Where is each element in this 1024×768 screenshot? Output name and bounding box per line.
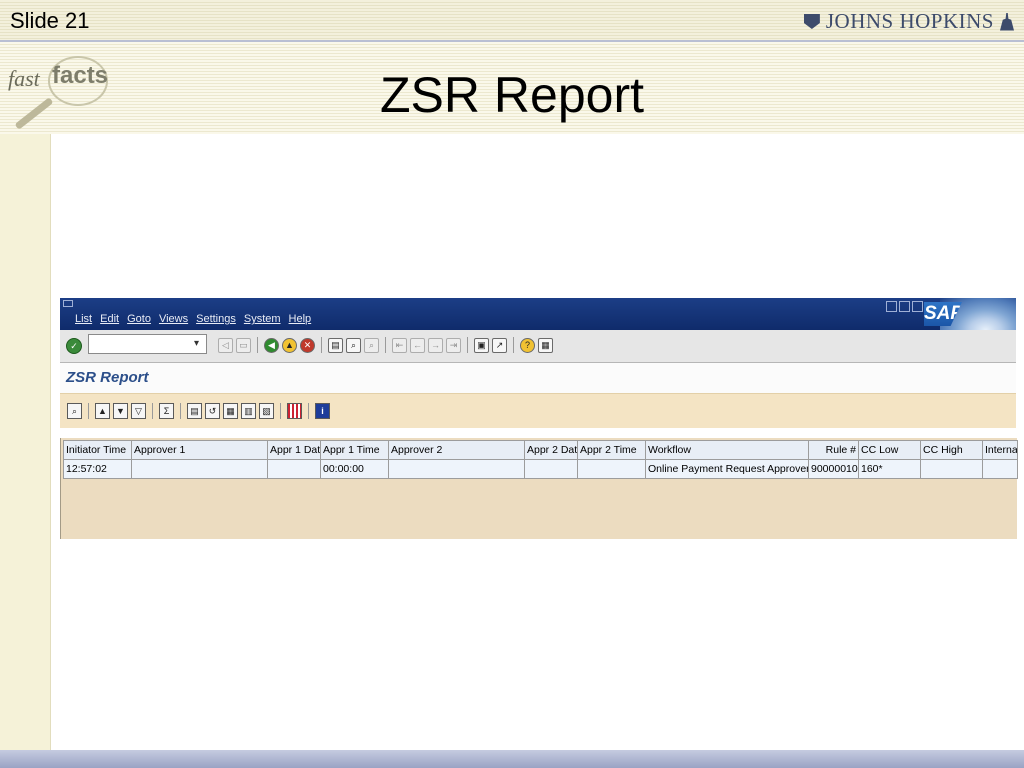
table-cell[interactable]: Online Payment Request Approver [645, 459, 809, 479]
column-header[interactable]: Workflow [645, 440, 809, 460]
application-toolbar-icons: ⌕ ▲ ▼ ▽ Σ ▤ ↺ ▦ ▥ ▧ i [67, 403, 330, 419]
table-header-row: Initiator Time Approver 1 Appr 1 Date Ap… [63, 440, 1018, 460]
previous-page-icon[interactable]: ← [410, 337, 425, 353]
toolbar-separator [321, 337, 322, 353]
print-preview-icon[interactable]: ↺ [205, 403, 220, 419]
toolbar-separator [280, 403, 281, 419]
table-cell[interactable] [267, 459, 321, 479]
close-icon[interactable] [912, 301, 923, 312]
menu-list[interactable]: List [75, 313, 92, 325]
johns-hopkins-logo-text: JOHNS HOPKINS [825, 9, 994, 33]
details-icon[interactable]: ⌕ [67, 403, 82, 419]
next-page-icon[interactable]: → [428, 337, 443, 353]
app-title: ZSR Report [66, 369, 149, 386]
toolbar-separator [88, 403, 89, 419]
standard-toolbar-icons: ◁ ▭ ◀ ▲ ✕ ▤ ⌕ ⌕ ⇤ ← → ⇥ ▣ ↗ ? ▦ [218, 337, 553, 353]
first-page-icon[interactable]: ⇤ [392, 337, 407, 353]
column-header[interactable]: CC High [920, 440, 983, 460]
save-icon[interactable]: ▭ [236, 337, 251, 353]
sap-menu: List Edit Goto Views Settings System Hel… [75, 313, 311, 325]
toolbar-separator [152, 403, 153, 419]
exit-icon[interactable]: ▲ [282, 337, 297, 353]
shortcut-icon[interactable]: ↗ [492, 337, 507, 353]
table-cell[interactable]: 12:57:02 [63, 459, 132, 479]
last-page-icon[interactable]: ⇥ [446, 337, 461, 353]
filter-icon[interactable]: ▽ [131, 403, 146, 419]
find-icon[interactable]: ⌕ [346, 337, 361, 353]
toolbar-separator [180, 403, 181, 419]
spreadsheet-icon[interactable]: ▦ [223, 403, 238, 419]
column-header[interactable]: Appr 1 Time [320, 440, 389, 460]
table-cell[interactable]: 90000010 [808, 459, 859, 479]
table-cell[interactable] [524, 459, 578, 479]
tower-icon [1000, 12, 1014, 31]
slide-title: ZSR Report [380, 67, 644, 123]
table-cell[interactable] [577, 459, 646, 479]
toolbar-separator [385, 337, 386, 353]
toolbar-separator [257, 337, 258, 353]
sort-ascending-icon[interactable]: ▲ [95, 403, 110, 419]
table-row[interactable]: 12:57:02 00:00:00 Online Payment Request… [63, 459, 1018, 479]
menu-goto[interactable]: Goto [127, 313, 151, 325]
menu-help[interactable]: Help [289, 313, 312, 325]
enter-check-icon[interactable]: ✓ [66, 338, 82, 354]
sap-menu-bar: List Edit Goto Views Settings System Hel… [60, 298, 1016, 330]
cancel-icon[interactable]: ✕ [300, 337, 315, 353]
left-decor-strip [0, 134, 51, 754]
standard-toolbar: ✓ ▾ ◁ ▭ ◀ ▲ ✕ ▤ ⌕ ⌕ ⇤ ← → ⇥ ▣ ↗ ? ▦ [60, 330, 1016, 363]
help-icon[interactable]: ? [520, 337, 535, 353]
slide-number: Slide 21 [10, 8, 90, 33]
toolbar-icon-0[interactable]: ◁ [218, 337, 233, 353]
table-cell[interactable] [982, 459, 1018, 479]
command-field-dropdown-icon[interactable]: ▾ [194, 338, 199, 349]
system-menu-icon[interactable] [63, 300, 73, 307]
alv-grid: Initiator Time Approver 1 Appr 1 Date Ap… [60, 438, 1018, 539]
table-cell[interactable] [920, 459, 983, 479]
column-header[interactable]: Appr 2 Date [524, 440, 578, 460]
menu-views[interactable]: Views [159, 313, 188, 325]
column-header[interactable]: Initiator Time [63, 440, 132, 460]
export-icon[interactable]: ▤ [187, 403, 202, 419]
table-cell[interactable] [388, 459, 525, 479]
toolbar-separator [467, 337, 468, 353]
slide-footer-bar [0, 750, 1024, 768]
create-session-icon[interactable]: ▣ [474, 337, 489, 353]
report-table: Initiator Time Approver 1 Appr 1 Date Ap… [63, 440, 1018, 479]
column-header[interactable]: Rule # [808, 440, 859, 460]
word-icon[interactable]: ▥ [241, 403, 256, 419]
sap-window: List Edit Goto Views Settings System Hel… [60, 298, 1018, 539]
menu-edit[interactable]: Edit [100, 313, 119, 325]
information-icon[interactable]: i [315, 403, 330, 419]
column-header[interactable]: Appr 1 Date [267, 440, 321, 460]
window-controls [886, 301, 923, 312]
back-icon[interactable]: ◀ [264, 337, 279, 353]
local-file-icon[interactable]: ▧ [259, 403, 274, 419]
total-icon[interactable]: Σ [159, 403, 174, 419]
maximize-icon[interactable] [899, 301, 910, 312]
column-header[interactable]: Approver 2 [388, 440, 525, 460]
print-icon[interactable]: ▤ [328, 337, 343, 353]
change-layout-icon[interactable] [287, 403, 302, 419]
sort-descending-icon[interactable]: ▼ [113, 403, 128, 419]
application-toolbar: ⌕ ▲ ▼ ▽ Σ ▤ ↺ ▦ ▥ ▧ i [60, 393, 1016, 428]
find-next-icon[interactable]: ⌕ [364, 337, 379, 353]
column-header[interactable]: CC Low [858, 440, 921, 460]
toolbar-separator [513, 337, 514, 353]
app-title-row: ZSR Report [60, 363, 1016, 393]
menu-system[interactable]: System [244, 313, 281, 325]
command-field[interactable] [88, 334, 207, 354]
shield-icon [803, 14, 820, 29]
toolbar-separator [308, 403, 309, 419]
menu-settings[interactable]: Settings [196, 313, 236, 325]
johns-hopkins-logo: JOHNS HOPKINS [803, 9, 1014, 34]
column-header[interactable]: Appr 2 Time [577, 440, 646, 460]
layout-icon[interactable]: ▦ [538, 337, 553, 353]
table-cell[interactable]: 160* [858, 459, 921, 479]
table-cell[interactable] [131, 459, 268, 479]
column-header[interactable]: Interna [982, 440, 1018, 460]
minimize-icon[interactable] [886, 301, 897, 312]
column-header[interactable]: Approver 1 [131, 440, 268, 460]
slide-header-bar: Slide 21 JOHNS HOPKINS [0, 0, 1024, 42]
table-cell[interactable]: 00:00:00 [320, 459, 389, 479]
